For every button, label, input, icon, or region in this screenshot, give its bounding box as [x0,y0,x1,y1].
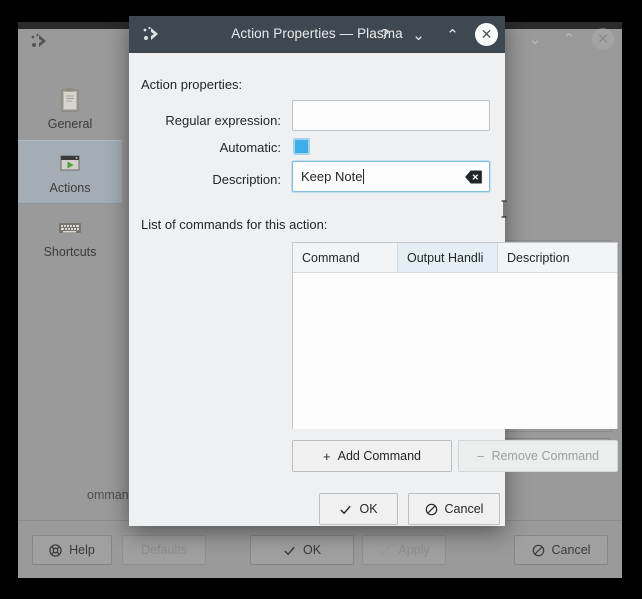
minus-icon: − [476,448,485,464]
background-button-bar: Help Defaults OK Apply Cancel [18,520,622,578]
help-buoy-icon [49,543,62,557]
cancel-button-label: Cancel [551,543,591,557]
action-properties-dialog: Action Properties — Plasma ? ⌄ ⌃ ✕ Actio… [129,16,618,526]
clear-text-icon[interactable] [465,170,482,183]
defaults-button: Defaults [122,535,206,565]
close-icon[interactable]: ✕ [592,28,614,50]
remove-command-label: Remove Command [491,449,600,463]
check-icon [283,544,296,557]
keyboard-icon [55,213,85,243]
command-table-body[interactable] [293,273,617,429]
dialog-body: Action properties: Regular expression: A… [129,53,618,526]
sidebar-item-shortcuts[interactable]: Shortcuts [18,204,122,268]
command-table-header: Command Output Handli Description [293,243,617,273]
sidebar-item-actions[interactable]: Actions [18,140,122,204]
column-header-description[interactable]: Description [498,243,617,272]
plus-icon: + [323,448,331,464]
text-caret [363,169,365,184]
sidebar-item-label: General [47,117,93,131]
column-header-command[interactable]: Command [293,243,398,272]
clipboard-icon [55,85,85,115]
regular-expression-input[interactable] [292,100,490,131]
sidebar-item-general[interactable]: General [18,76,122,140]
dialog-ok-button[interactable]: OK [319,493,398,525]
cancel-icon [532,544,545,557]
dialog-ok-label: OK [359,502,378,516]
check-icon [339,503,352,516]
dialog-cancel-button[interactable]: Cancel [408,493,500,525]
description-input-value: Keep Note [301,169,363,184]
command-table[interactable]: Command Output Handli Description [292,242,618,429]
regular-expression-label: Regular expression: [165,113,281,128]
automatic-label: Automatic: [219,140,281,155]
apply-button-label: Apply [398,543,430,557]
apply-button: Apply [362,535,446,565]
add-command-button[interactable]: + Add Command [292,440,452,472]
background-window-controls[interactable]: ? ⌄ ⌃ ✕ [490,28,614,50]
dialog-cancel-label: Cancel [444,502,484,516]
plasma-icon [28,32,50,52]
maximize-icon[interactable]: ⌃ [558,28,580,50]
add-command-label: Add Command [337,449,421,463]
screen: ? ⌄ ⌃ ✕ [0,0,642,599]
help-icon[interactable]: ? [373,23,396,46]
cancel-icon [425,503,438,516]
cancel-button[interactable]: Cancel [514,535,608,565]
mouse-text-cursor [500,199,508,219]
minimize-icon[interactable]: ⌄ [524,28,546,50]
command-list-title: List of commands for this action: [141,217,328,232]
dialog-window-controls[interactable]: ? ⌄ ⌃ ✕ [373,23,498,46]
ok-button-label: OK [302,543,322,557]
maximize-icon[interactable]: ⌃ [441,23,464,46]
sidebar-item-label: Actions [49,181,91,195]
description-label: Description: [212,172,281,187]
window-play-icon [55,149,85,179]
remove-command-button: − Remove Command [458,440,618,472]
automatic-checkbox[interactable] [293,138,310,155]
close-icon[interactable]: ✕ [475,23,498,46]
help-button-label: Help [69,543,95,557]
sidebar-item-label: Shortcuts [43,245,97,259]
check-icon [378,544,391,557]
minimize-icon[interactable]: ⌄ [407,23,430,46]
dialog-titlebar[interactable]: Action Properties — Plasma ? ⌄ ⌃ ✕ [129,16,505,53]
column-header-output-handling[interactable]: Output Handli [398,243,498,272]
ok-button[interactable]: OK [250,535,354,565]
help-button[interactable]: Help [32,535,112,565]
description-input[interactable]: Keep Note [292,161,490,192]
section-title: Action properties: [141,77,243,92]
defaults-button-label: Defaults [141,543,187,557]
